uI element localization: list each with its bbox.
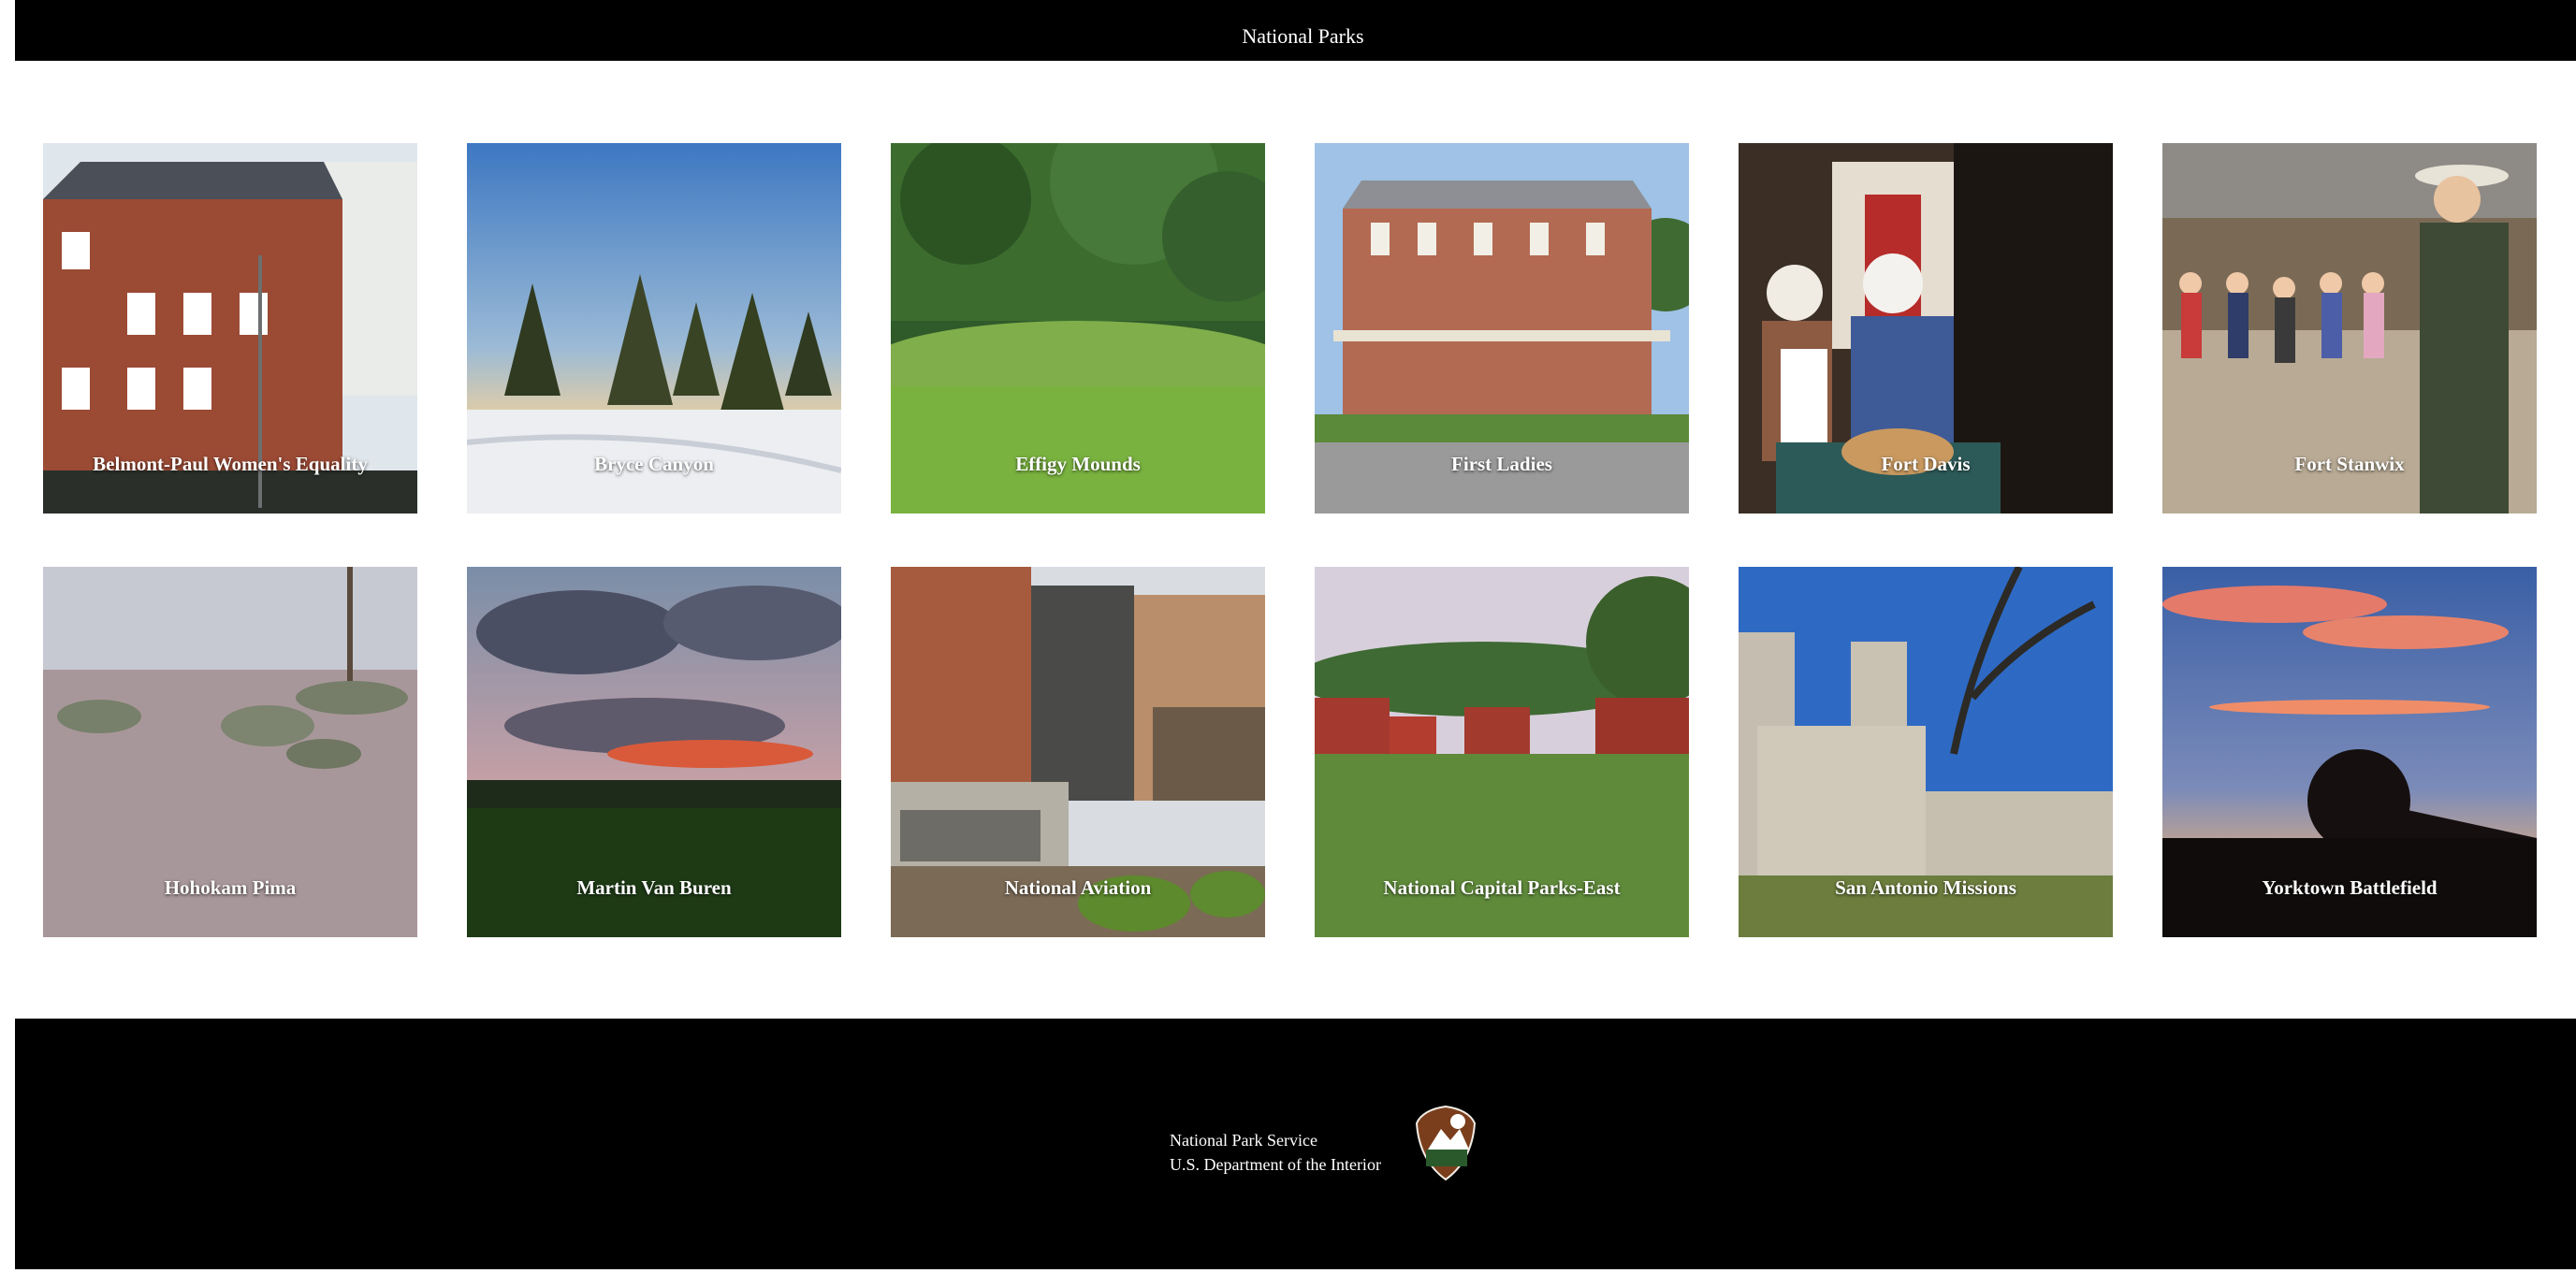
- park-grid: Belmont-Paul Women's Equality Bryce Cany…: [43, 143, 2537, 937]
- park-name: Fort Stanwix: [2294, 453, 2405, 475]
- park-card[interactable]: Belmont-Paul Women's Equality: [43, 143, 417, 514]
- page: National Parks Belmont-Paul Women's Equa…: [0, 0, 2576, 1273]
- site-footer: National Park Service U.S. Department of…: [15, 1019, 2576, 1269]
- park-name: Martin Van Buren: [576, 876, 732, 899]
- nps-arrowhead-icon[interactable]: [1415, 1105, 1477, 1181]
- site-title: National Parks: [1242, 23, 1364, 48]
- park-card[interactable]: Hohokam Pima: [43, 567, 417, 937]
- park-name: Fort Davis: [1881, 453, 1971, 475]
- park-card[interactable]: Yorktown Battlefield: [2162, 567, 2537, 937]
- park-name: Yorktown Battlefield: [2262, 876, 2438, 899]
- park-card[interactable]: First Ladies: [1315, 143, 1689, 514]
- park-card[interactable]: Bryce Canyon: [467, 143, 841, 514]
- site-header: National Parks: [15, 0, 2576, 61]
- footer-text: National Park Service U.S. Department of…: [1170, 1128, 1381, 1177]
- park-card[interactable]: National Capital Parks-East: [1315, 567, 1689, 937]
- park-name: Bryce Canyon: [594, 453, 714, 475]
- park-name: San Antonio Missions: [1835, 876, 2016, 899]
- park-name: First Ladies: [1451, 453, 1552, 475]
- footer-department: U.S. Department of the Interior: [1170, 1155, 1381, 1174]
- park-card[interactable]: National Aviation: [891, 567, 1265, 937]
- park-name: Effigy Mounds: [1015, 453, 1141, 475]
- park-name: National Aviation: [1004, 876, 1152, 899]
- park-card[interactable]: San Antonio Missions: [1739, 567, 2113, 937]
- park-card[interactable]: Effigy Mounds: [891, 143, 1265, 514]
- park-card[interactable]: Martin Van Buren: [467, 567, 841, 937]
- park-card[interactable]: Fort Davis: [1739, 143, 2113, 514]
- park-name: Belmont-Paul Women's Equality: [93, 453, 368, 475]
- park-card[interactable]: Fort Stanwix: [2162, 143, 2537, 514]
- park-name: National Capital Parks-East: [1383, 876, 1621, 899]
- park-name: Hohokam Pima: [164, 876, 297, 899]
- footer-agency: National Park Service: [1170, 1131, 1317, 1150]
